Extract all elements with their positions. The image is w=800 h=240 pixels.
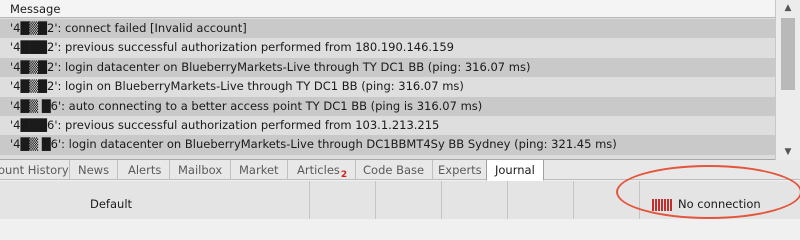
status-cell	[442, 181, 508, 219]
scroll-down-arrow-icon[interactable]: ▼	[776, 144, 800, 160]
connection-status-text: No connection	[678, 197, 761, 211]
tab-alerts[interactable]: Alerts	[120, 160, 171, 180]
tab-label: Journal	[495, 163, 535, 177]
status-bar: Default No connection	[0, 181, 800, 219]
tab-journal[interactable]: Journal	[486, 160, 544, 181]
journal-rows: '4█▒█2': connect failed [Invalid account…	[0, 19, 775, 155]
status-cell-profile	[0, 181, 310, 219]
journal-row[interactable]: '4███6': previous successful authorizati…	[0, 115, 775, 136]
connection-bars-icon	[652, 198, 672, 211]
tab-label: Alerts	[128, 163, 162, 177]
terminal-tab-bar: ount History News Alerts Mailbox Market …	[0, 160, 800, 181]
tab-market[interactable]: Market	[231, 160, 288, 180]
tab-experts[interactable]: Experts	[430, 160, 491, 180]
status-cell	[376, 181, 442, 219]
tab-articles[interactable]: Articles2	[289, 160, 357, 181]
profile-name[interactable]: Default	[90, 181, 132, 227]
scrollbar-thumb[interactable]	[781, 18, 795, 90]
message-column-header[interactable]: Message	[0, 0, 775, 18]
journal-row[interactable]: '4█▒█2': connect failed [Invalid account…	[0, 19, 775, 39]
tab-label: ount History	[0, 163, 69, 177]
journal-row[interactable]: '4█▒ █6': auto connecting to a better ac…	[0, 96, 775, 116]
connection-status[interactable]: No connection	[652, 193, 761, 215]
tab-mailbox[interactable]: Mailbox	[170, 160, 232, 180]
tab-label: News	[78, 163, 110, 177]
journal-panel: Message '4█▒█2': connect failed [Invalid…	[0, 0, 800, 160]
tab-label: Mailbox	[178, 163, 223, 177]
status-cell	[508, 181, 574, 219]
tab-news[interactable]: News	[70, 160, 119, 180]
journal-row[interactable]: '4█▒ █6': login datacenter on BlueberryM…	[0, 135, 775, 155]
tab-account-history[interactable]: ount History	[0, 160, 70, 180]
status-cell	[310, 181, 376, 219]
journal-row[interactable]: '4█▒█2': login datacenter on BlueberryMa…	[0, 57, 775, 78]
scroll-up-arrow-icon[interactable]: ▲	[776, 0, 800, 16]
tab-code-base[interactable]: Code Base	[355, 160, 434, 180]
articles-count-badge: 2	[340, 170, 348, 181]
journal-row[interactable]: '4█▒█2': login on BlueberryMarkets-Live …	[0, 77, 775, 97]
tab-label: Market	[239, 163, 279, 177]
tab-label: Articles	[297, 163, 340, 177]
tab-label: Code Base	[363, 163, 425, 177]
tab-label: Experts	[438, 163, 482, 177]
journal-row[interactable]: '4███2': previous successful authorizati…	[0, 38, 775, 58]
vertical-scrollbar[interactable]: ▲ ▼	[775, 0, 800, 160]
status-cell	[574, 181, 640, 219]
